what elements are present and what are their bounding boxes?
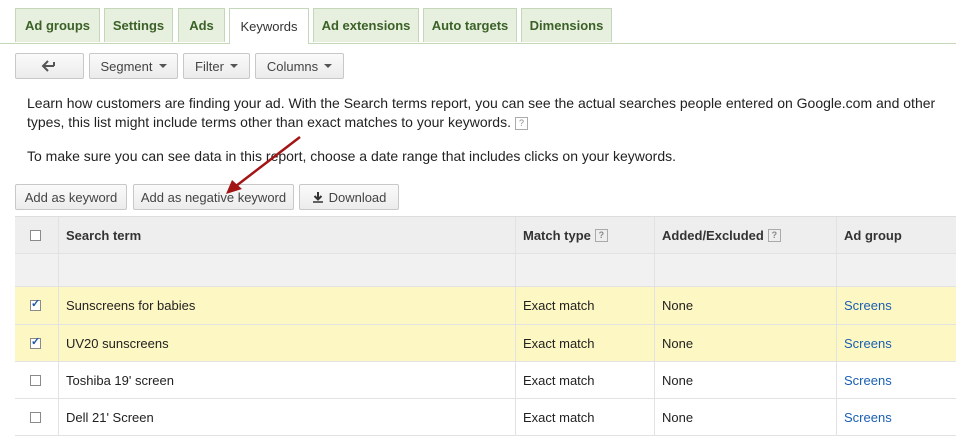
header-added-excluded[interactable]: Added/Excluded? — [654, 217, 836, 253]
row-checkbox-cell — [15, 362, 58, 398]
filter-cell — [15, 254, 58, 286]
row-checkbox-cell — [15, 325, 58, 361]
filter-cell — [515, 254, 654, 286]
row-checkbox[interactable] — [30, 411, 41, 423]
row-checkbox[interactable] — [30, 374, 41, 386]
filter-cell — [58, 254, 515, 286]
ad-group-link[interactable]: Screens — [836, 362, 956, 398]
tab-settings[interactable]: Settings — [104, 8, 173, 42]
search-term-cell: UV20 sunscreens — [58, 325, 515, 361]
filter-label: Filter — [195, 58, 224, 74]
help-icon[interactable]: ? — [514, 116, 528, 130]
tab-ad-extensions[interactable]: Ad extensions — [313, 8, 419, 42]
header-ad-group[interactable]: Ad group — [836, 217, 956, 253]
table-row: Toshiba 19' screen Exact match None Scre… — [15, 362, 956, 399]
select-all-checkbox[interactable] — [30, 229, 41, 241]
header-added-excluded-label: Added/Excluded — [662, 227, 764, 243]
select-all-cell — [15, 217, 58, 253]
ad-group-link[interactable]: Screens — [836, 325, 956, 361]
add-as-keyword-button[interactable]: Add as keyword — [15, 184, 127, 210]
add-as-negative-keyword-button[interactable]: Add as negative keyword — [133, 184, 294, 210]
table-header-row: Search term Match type? Added/Excluded? … — [15, 217, 956, 254]
match-type-cell: Exact match — [515, 325, 654, 361]
match-type-cell: Exact match — [515, 287, 654, 324]
header-search-term[interactable]: Search term — [58, 217, 515, 253]
info-line-2-text: types, this list might include terms oth… — [27, 114, 511, 130]
tab-dimensions[interactable]: Dimensions — [521, 8, 612, 42]
table-filter-row — [15, 254, 956, 287]
filter-cell — [836, 254, 956, 286]
download-label: Download — [328, 189, 387, 205]
segment-label: Segment — [100, 58, 153, 74]
row-checkbox[interactable] — [30, 335, 41, 349]
back-button[interactable] — [15, 53, 84, 79]
columns-dropdown[interactable]: Columns — [255, 53, 344, 79]
search-term-cell: Toshiba 19' screen — [58, 362, 515, 398]
added-excluded-cell: None — [654, 362, 836, 398]
chevron-down-icon — [158, 64, 167, 68]
help-icon[interactable]: ? — [594, 228, 608, 242]
row-checkbox[interactable] — [30, 297, 41, 311]
table-row: UV20 sunscreens Exact match None Screens — [15, 325, 956, 362]
filter-dropdown[interactable]: Filter — [183, 53, 250, 79]
tab-ads[interactable]: Ads — [178, 8, 225, 42]
added-excluded-cell: None — [654, 325, 836, 361]
info-line-1: Learn how customers are finding your ad.… — [27, 95, 936, 111]
info-line-2: types, this list might include terms oth… — [27, 114, 528, 130]
tab-keywords[interactable]: Keywords — [229, 8, 309, 44]
table-row: Sunscreens for babies Exact match None S… — [15, 287, 956, 325]
tab-auto-targets[interactable]: Auto targets — [423, 8, 517, 42]
match-type-cell: Exact match — [515, 362, 654, 398]
back-arrow-icon — [41, 60, 55, 72]
chevron-down-icon — [324, 64, 333, 68]
chevron-down-icon — [229, 64, 238, 68]
header-match-type[interactable]: Match type? — [515, 217, 654, 253]
table-row: Dell 21' Screen Exact match None Screens — [15, 399, 956, 436]
search-term-cell: Sunscreens for babies — [58, 287, 515, 324]
tab-ad-groups[interactable]: Ad groups — [15, 8, 100, 42]
search-terms-table: Search term Match type? Added/Excluded? … — [15, 216, 956, 436]
filter-cell — [654, 254, 836, 286]
download-icon — [312, 192, 323, 203]
columns-label: Columns — [266, 58, 319, 74]
download-button[interactable]: Download — [299, 184, 399, 210]
row-checkbox-cell — [15, 287, 58, 324]
added-excluded-cell: None — [654, 287, 836, 324]
help-icon[interactable]: ? — [767, 228, 781, 242]
tab-bar: Ad groups Settings Ads Keywords Ad exten… — [0, 0, 956, 44]
ad-group-link[interactable]: Screens — [836, 287, 956, 324]
info-line-3: To make sure you can see data in this re… — [27, 148, 677, 164]
header-match-type-label: Match type — [523, 227, 591, 243]
segment-dropdown[interactable]: Segment — [89, 53, 178, 79]
